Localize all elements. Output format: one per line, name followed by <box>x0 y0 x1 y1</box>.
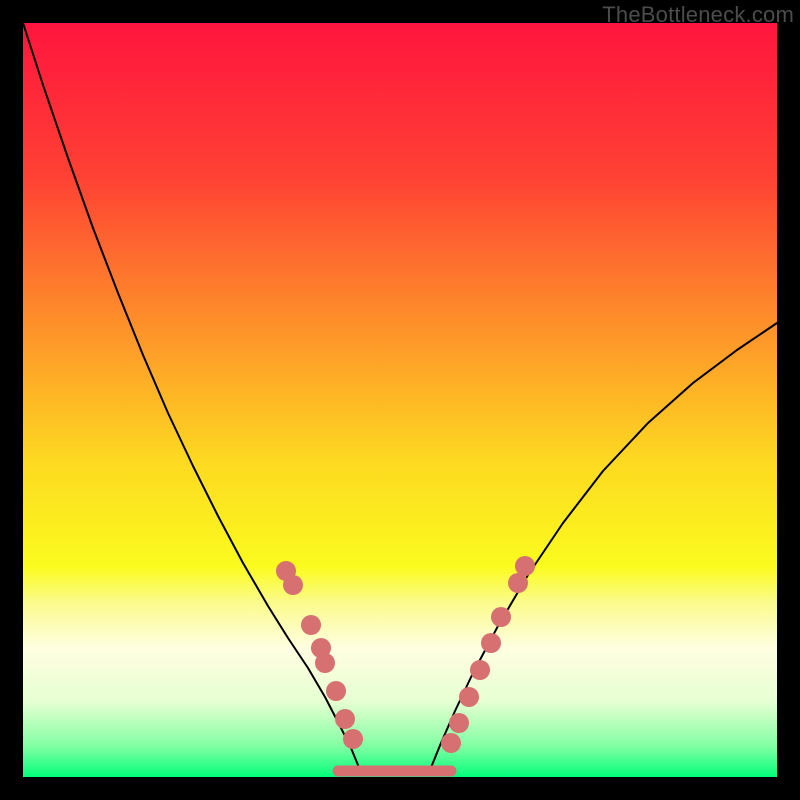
data-marker <box>326 681 346 701</box>
data-marker <box>283 575 303 595</box>
data-marker <box>343 729 363 749</box>
data-marker <box>470 660 490 680</box>
data-marker <box>481 633 501 653</box>
data-marker <box>335 709 355 729</box>
data-marker <box>301 615 321 635</box>
data-marker <box>515 556 535 576</box>
plot-area <box>23 23 777 777</box>
data-marker <box>441 733 461 753</box>
background-rect <box>23 23 777 777</box>
data-marker <box>459 687 479 707</box>
chart-stage: TheBottleneck.com <box>0 0 800 800</box>
data-marker <box>449 713 469 733</box>
data-marker <box>491 607 511 627</box>
chart-svg <box>23 23 777 777</box>
data-marker <box>315 653 335 673</box>
